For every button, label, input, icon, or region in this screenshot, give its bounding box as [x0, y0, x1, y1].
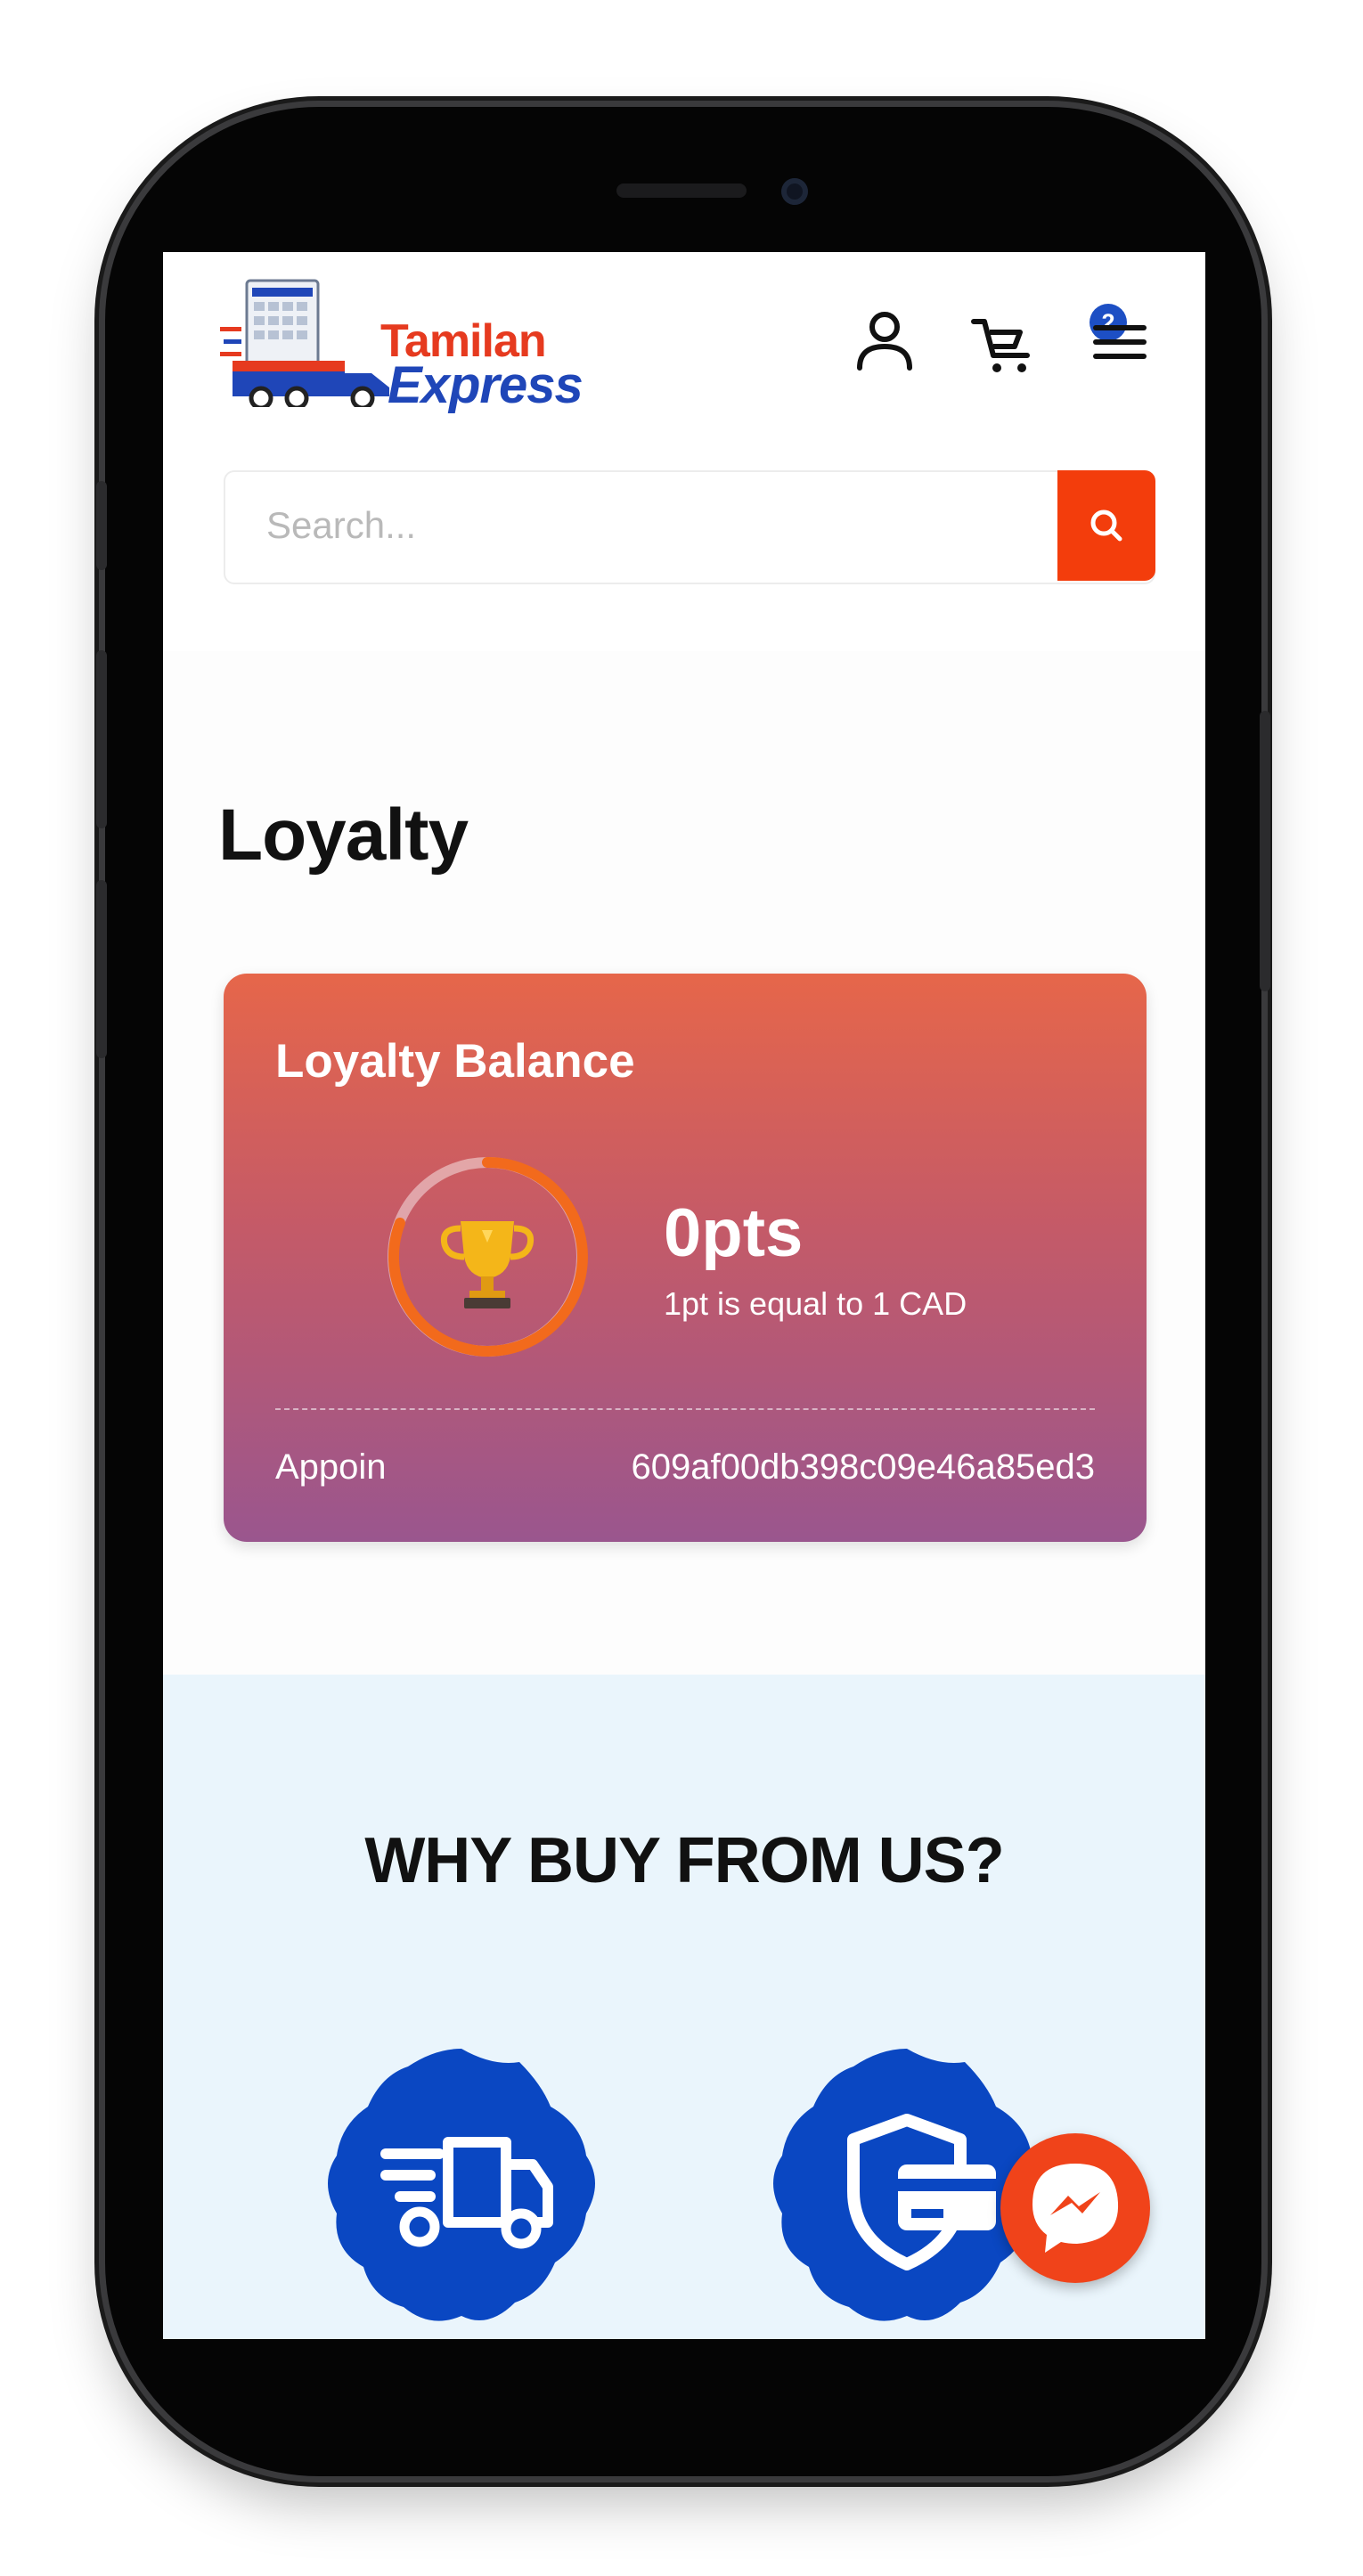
loyalty-id-label: Appoin	[275, 1447, 387, 1487]
logo-text-express: Express	[388, 356, 584, 414]
points-conversion-note: 1pt is equal to 1 CAD	[664, 1285, 967, 1322]
messenger-icon	[1032, 2164, 1119, 2253]
messenger-chat-button[interactable]	[1000, 2133, 1150, 2283]
front-camera	[781, 178, 808, 205]
delivery-truck-logo-icon	[220, 279, 389, 407]
loyalty-id-value: 609af00db398c09e46a85ed3	[631, 1447, 1095, 1487]
loyalty-balance-card: Loyalty Balance 0pts 1pt is equal to 1 C…	[224, 974, 1147, 1542]
volume-down-button	[96, 880, 107, 1058]
power-button	[1260, 711, 1270, 991]
loyalty-card-title: Loyalty Balance	[275, 1035, 635, 1088]
delivery-truck-icon	[314, 2040, 608, 2334]
search-input[interactable]	[225, 472, 1045, 579]
user-icon[interactable]	[849, 306, 920, 377]
volume-up-button	[96, 650, 107, 828]
hamburger-menu-icon[interactable]	[1084, 306, 1155, 377]
search-bar	[224, 470, 1155, 584]
mute-switch	[96, 481, 107, 570]
earpiece-speaker	[616, 183, 747, 198]
search-button[interactable]	[1057, 470, 1155, 581]
points-balance: 0pts	[664, 1195, 804, 1271]
trophy-icon	[440, 1221, 535, 1308]
why-buy-title: WHY BUY FROM US?	[364, 1825, 1004, 1896]
card-divider	[275, 1408, 1095, 1410]
main-content: Loyalty Loyalty Balance 0pts 1pt is equa…	[163, 651, 1205, 1675]
site-header: Tamilan Express 2	[163, 252, 1205, 651]
screen: Tamilan Express 2 Search... Loyalty Loya…	[163, 252, 1205, 2339]
page-title: Loyalty	[218, 795, 469, 876]
points-progress-ring	[382, 1152, 592, 1362]
tamilan-express-logo[interactable]: Tamilan Express	[220, 273, 584, 414]
cart-icon[interactable]	[968, 306, 1040, 377]
search-icon	[1090, 509, 1122, 542]
